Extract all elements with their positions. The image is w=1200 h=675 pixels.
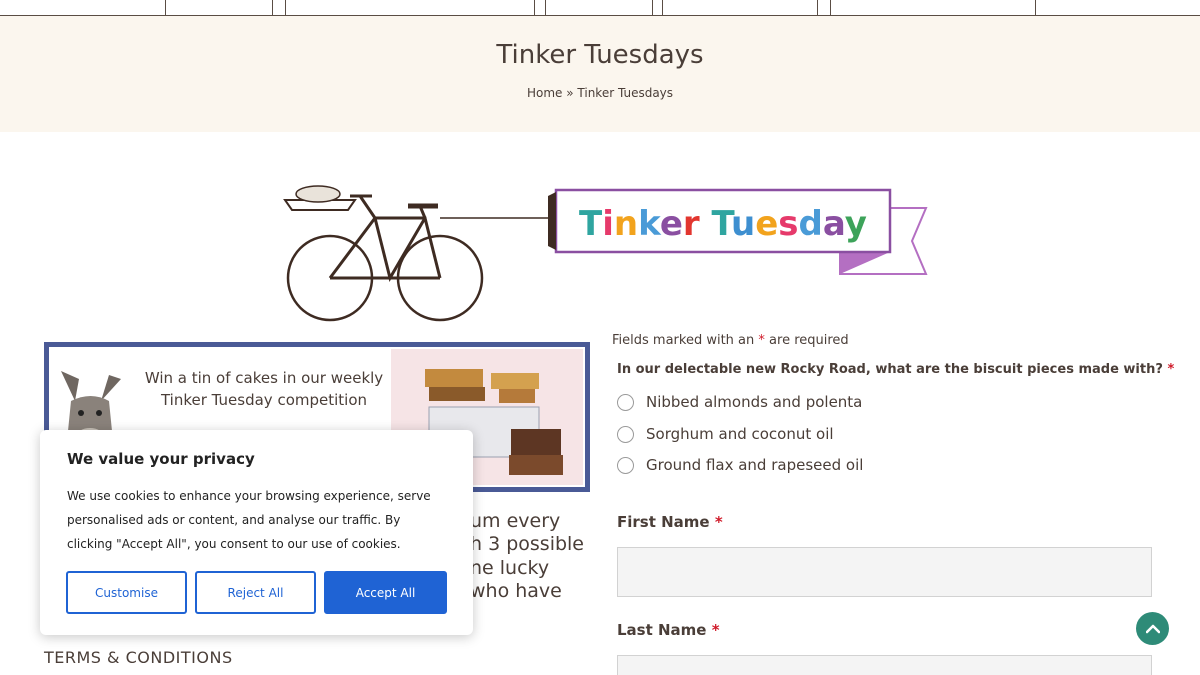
cookie-description: We use cookies to enhance your browsing … [67, 489, 431, 551]
cookie-consent-dialog: We value your privacy We use cookies to … [40, 430, 473, 635]
nav-tab[interactable] [165, 0, 273, 15]
radio-button[interactable] [617, 456, 634, 474]
answer-option-label: Sorghum and coconut oil [646, 425, 834, 443]
required-note-prefix: Fields marked with an [612, 333, 755, 348]
reject-all-button[interactable]: Reject All [195, 571, 316, 614]
breadcrumb-home-link[interactable]: Home [527, 86, 562, 100]
first-name-field[interactable] [617, 547, 1152, 597]
back-to-top-button[interactable] [1136, 612, 1169, 645]
nav-tab[interactable] [662, 0, 818, 15]
radio-button[interactable] [617, 425, 634, 443]
accept-all-button[interactable]: Accept All [324, 571, 447, 614]
body-text-line: ne lucky [470, 557, 550, 579]
body-text-line: who have [470, 580, 562, 602]
quiz-question: In our delectable new Rocky Road, what a… [617, 362, 1174, 377]
first-name-label: First Name * [617, 513, 723, 531]
breadcrumb-separator: » [566, 86, 574, 100]
tinker-tuesday-illustration: Tinker Tuesday [280, 178, 940, 328]
required-fields-note: Fields marked with an * are required [612, 333, 849, 348]
chevron-up-icon [1145, 624, 1160, 633]
answer-option-label: Nibbed almonds and polenta [646, 393, 863, 411]
promo-heading: Win a tin of cakes in our weekly Tinker … [144, 369, 384, 409]
terms-heading: TERMS & CONDITIONS [44, 648, 233, 667]
answer-option-label: Ground flax and rapeseed oil [646, 456, 864, 474]
radio-button[interactable] [617, 393, 634, 411]
nav-tab[interactable] [545, 0, 653, 15]
last-name-label: Last Name * [617, 621, 720, 639]
page-header: Tinker Tuesdays Home » Tinker Tuesdays [0, 16, 1200, 132]
banner-title-text: Tinker Tuesday [579, 204, 867, 244]
top-navigation [0, 0, 1200, 16]
body-text-line: h 3 possible [470, 533, 584, 555]
required-asterisk: * [711, 621, 720, 639]
answer-option[interactable]: Sorghum and coconut oil [617, 423, 834, 445]
page-title: Tinker Tuesdays [496, 40, 704, 70]
first-name-label-text: First Name [617, 513, 710, 531]
required-asterisk: * [714, 513, 723, 531]
cookie-title: We value your privacy [67, 450, 255, 468]
last-name-label-text: Last Name [617, 621, 707, 639]
nav-tab[interactable] [830, 0, 1036, 15]
breadcrumb: Home » Tinker Tuesdays [0, 86, 1200, 100]
last-name-field[interactable] [617, 655, 1152, 675]
customise-button[interactable]: Customise [66, 571, 187, 614]
breadcrumb-current: Tinker Tuesdays [577, 86, 674, 100]
required-asterisk: * [1167, 362, 1175, 377]
answer-option[interactable]: Nibbed almonds and polenta [617, 391, 862, 413]
bicycle-banner-graphic: Tinker Tuesday [283, 185, 928, 322]
nav-tab[interactable] [285, 0, 535, 15]
required-note-suffix: are required [769, 333, 849, 348]
answer-option[interactable]: Ground flax and rapeseed oil [617, 454, 863, 476]
quiz-question-text: In our delectable new Rocky Road, what a… [617, 362, 1163, 377]
required-asterisk: * [758, 333, 765, 348]
banner-title: Tinker Tuesday [579, 204, 867, 244]
body-text-line: um every [470, 510, 561, 532]
